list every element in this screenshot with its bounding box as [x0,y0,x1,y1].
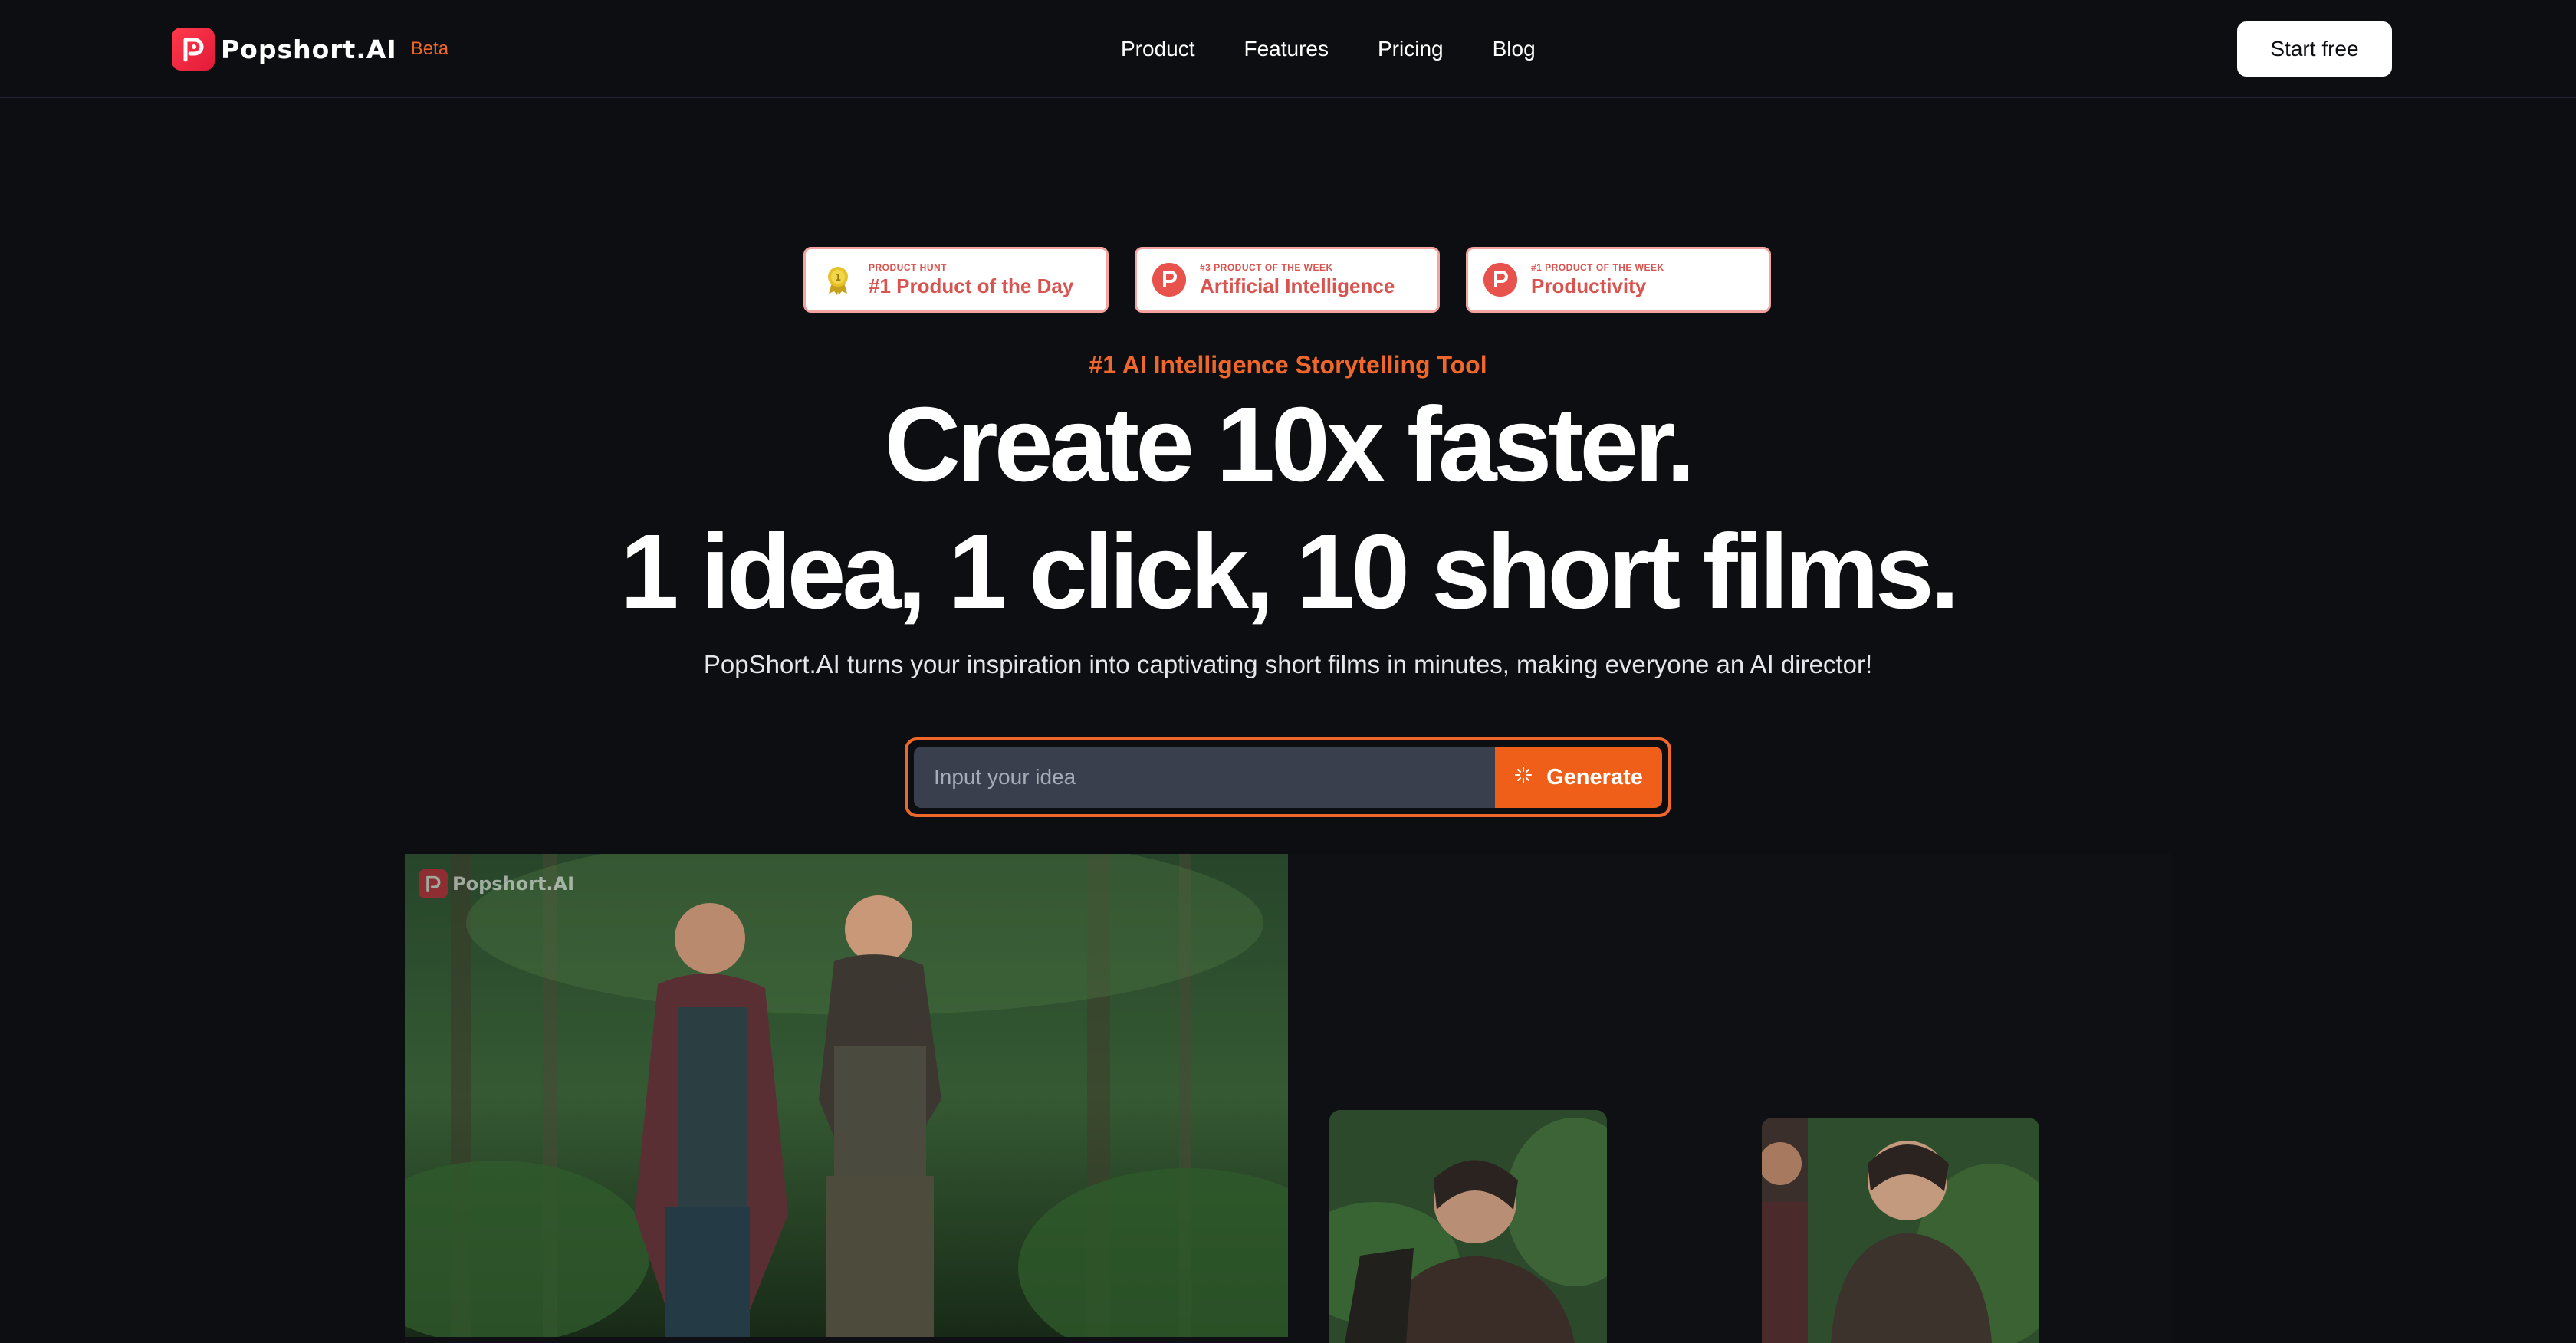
producthunt-icon [1152,263,1186,297]
generate-button[interactable]: Generate [1495,747,1662,808]
watermark-logo-icon [419,869,448,898]
producthunt-icon [1484,263,1517,297]
jungle-scene-image [405,854,1288,1337]
main-video-frame[interactable]: Popshort.AI [405,854,1288,1337]
badge-product-of-the-day[interactable]: 1 PRODUCT HUNT #1 Product of the Day [803,247,1109,313]
film-thumbnail-2[interactable] [1762,1118,2039,1343]
award-badges: 1 PRODUCT HUNT #1 Product of the Day #3 … [803,247,1771,313]
brand[interactable]: Popshort.AI Beta [172,26,449,72]
svg-text:1: 1 [835,272,841,283]
film-thumbnail-1[interactable] [1329,1110,1607,1343]
badge-small-label: #3 PRODUCT OF THE WEEK [1200,262,1333,273]
hero-headline-line-2: 1 idea, 1 click, 10 short films. [619,513,1960,631]
nav-link-blog[interactable]: Blog [1493,34,1536,64]
badge-small-label: #1 PRODUCT OF THE WEEK [1531,262,1664,273]
idea-input[interactable] [914,747,1495,808]
thumbnail-image [1762,1118,2039,1343]
medal-icon: 1 [821,263,855,297]
watermark: Popshort.AI [419,869,574,898]
hero-subtitle: PopShort.AI turns your inspiration into … [703,650,1873,678]
main-nav: Product Features Pricing Blog [1121,34,1585,64]
watermark-text: Popshort.AI [452,873,575,895]
top-navigation-bar: Popshort.AI Beta Product Features Pricin… [0,0,2576,98]
start-free-button[interactable]: Start free [2237,21,2392,77]
hero-headline-line-1: Create 10x faster. [884,386,1695,504]
badge-title: Artificial Intelligence [1200,274,1395,297]
idea-input-group: Generate [905,737,1671,817]
nav-link-pricing[interactable]: Pricing [1378,34,1444,64]
badge-artificial-intelligence[interactable]: #3 PRODUCT OF THE WEEK Artificial Intell… [1135,247,1440,313]
badge-small-label: PRODUCT HUNT [869,262,947,273]
badge-title: #1 Product of the Day [869,274,1074,297]
badge-productivity[interactable]: #1 PRODUCT OF THE WEEK Productivity [1466,247,1771,313]
badge-title: Productivity [1531,274,1647,297]
generate-button-label: Generate [1546,764,1643,790]
nav-link-product[interactable]: Product [1121,34,1195,64]
thumbnail-image [1329,1110,1607,1343]
hero-tagline: #1 AI Intelligence Storytelling Tool [1089,351,1487,379]
sparkle-icon [1514,765,1533,790]
beta-label: Beta [410,38,449,59]
nav-link-features[interactable]: Features [1244,34,1329,64]
brand-logo-icon [172,28,215,71]
brand-name: Popshort.AI [221,34,397,64]
